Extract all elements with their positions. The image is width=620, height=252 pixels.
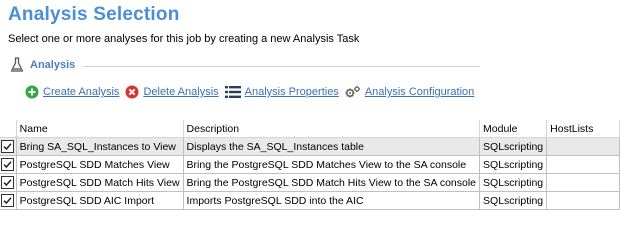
- checkmark-icon: [3, 143, 12, 151]
- page-subtitle: Select one or more analyses for this job…: [8, 33, 360, 45]
- list-icon: [224, 86, 241, 98]
- column-header-name[interactable]: Name: [16, 120, 184, 138]
- row-name[interactable]: PostgreSQL SDD AIC Import: [15, 191, 184, 210]
- table-row[interactable]: Bring SA_SQL_Instances to View Displays …: [0, 137, 620, 156]
- row-checkbox-cell[interactable]: [0, 155, 17, 174]
- row-module: SQLscripting: [479, 173, 548, 192]
- row-hostlists: [546, 191, 620, 210]
- delete-analysis-button[interactable]: Delete Analysis: [125, 85, 219, 99]
- table-row[interactable]: PostgreSQL SDD Matches View Bring the Po…: [0, 155, 620, 174]
- row-hostlists: [546, 137, 620, 156]
- column-header-checkbox: [0, 120, 17, 138]
- group-divider: [83, 65, 480, 67]
- delete-circle-icon: [125, 85, 139, 99]
- row-description: Bring the PostgreSQL SDD Matches View to…: [182, 155, 481, 174]
- analysis-properties-label[interactable]: Analysis Properties: [245, 86, 339, 98]
- analysis-properties-button[interactable]: Analysis Properties: [224, 85, 339, 99]
- row-name[interactable]: Bring SA_SQL_Instances to View: [15, 137, 184, 156]
- analysis-configuration-label[interactable]: Analysis Configuration: [365, 86, 474, 98]
- row-description: Bring the PostgreSQL SDD Match Hits View…: [182, 173, 481, 192]
- checkmark-icon: [3, 161, 12, 169]
- gears-icon: [345, 86, 360, 98]
- analysis-table: Name Description Module HostLists Bring …: [0, 120, 620, 210]
- page-title: Analysis Selection: [8, 4, 180, 25]
- row-module: SQLscripting: [479, 137, 548, 156]
- table-row[interactable]: PostgreSQL SDD Match Hits View Bring the…: [0, 173, 620, 192]
- create-analysis-button[interactable]: Create Analysis: [25, 85, 119, 99]
- row-hostlists: [546, 155, 620, 174]
- table-row[interactable]: PostgreSQL SDD AIC Import Imports Postgr…: [0, 191, 620, 210]
- plus-circle-icon: [25, 85, 39, 99]
- analysis-toolbar: Create Analysis Delete Analysis Analysis…: [25, 83, 480, 101]
- checkmark-icon: [3, 197, 12, 205]
- row-checkbox[interactable]: [1, 176, 15, 189]
- delete-analysis-label[interactable]: Delete Analysis: [143, 86, 218, 98]
- row-description: Displays the SA_SQL_Instances table: [182, 137, 481, 156]
- row-checkbox[interactable]: [1, 158, 15, 171]
- row-checkbox-cell[interactable]: [0, 191, 17, 210]
- row-checkbox-cell[interactable]: [0, 173, 17, 192]
- row-description: Imports PostgreSQL SDD into the AIC: [182, 191, 481, 210]
- row-module: SQLscripting: [479, 191, 548, 210]
- create-analysis-label[interactable]: Create Analysis: [43, 86, 119, 98]
- table-header-row: Name Description Module HostLists: [0, 120, 620, 138]
- row-module: SQLscripting: [479, 155, 548, 174]
- column-header-hostlists[interactable]: HostLists: [546, 120, 620, 138]
- row-checkbox-cell[interactable]: [0, 137, 17, 156]
- row-checkbox[interactable]: [1, 140, 15, 153]
- column-header-description[interactable]: Description: [183, 120, 481, 138]
- analysis-configuration-button[interactable]: Analysis Configuration: [345, 85, 474, 99]
- row-name[interactable]: PostgreSQL SDD Match Hits View: [15, 173, 184, 192]
- analysis-group-header: Analysis: [10, 56, 480, 74]
- checkmark-icon: [3, 179, 12, 187]
- flask-icon: [10, 57, 24, 72]
- row-name[interactable]: PostgreSQL SDD Matches View: [15, 155, 184, 174]
- column-header-module[interactable]: Module: [479, 120, 548, 138]
- group-label: Analysis: [30, 59, 76, 71]
- row-checkbox[interactable]: [1, 194, 15, 207]
- row-hostlists: [546, 173, 620, 192]
